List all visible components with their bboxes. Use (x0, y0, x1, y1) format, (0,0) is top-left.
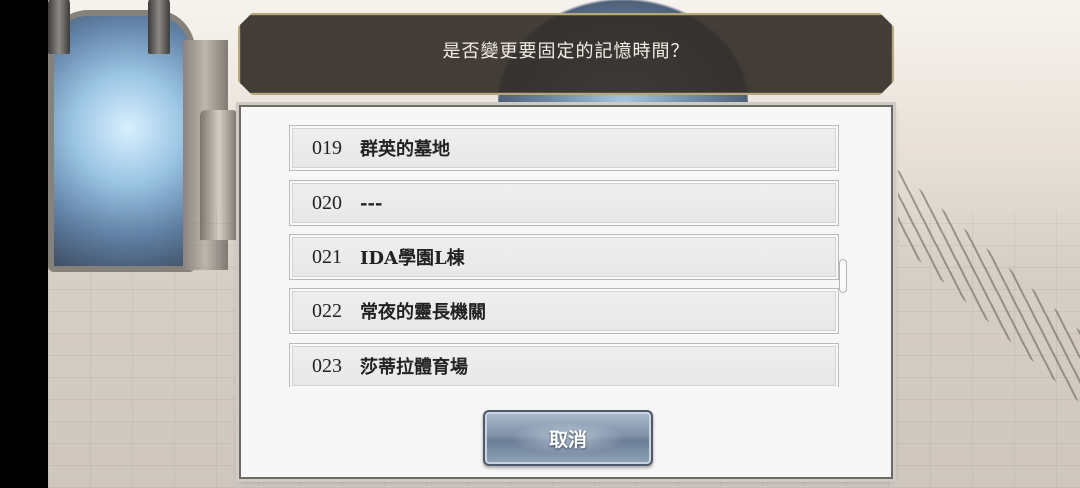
memory-list-item[interactable]: 021 IDA學園L棟 (289, 234, 839, 280)
prompt-banner: 是否變更要固定的記憶時間？ (238, 13, 894, 95)
memory-item-number: 020 (312, 191, 342, 214)
memory-item-name: --- (360, 192, 383, 214)
memory-list-item[interactable]: 022 常夜的靈長機關 (289, 288, 839, 334)
memory-item-name: 莎蒂拉體育場 (360, 357, 468, 378)
memory-list-item[interactable]: 023 莎蒂拉體育場 (289, 343, 839, 387)
memory-item-number: 019 (312, 136, 342, 159)
memory-list-item[interactable]: 019 群英的墓地 (289, 125, 839, 171)
background-spire-left (48, 0, 70, 54)
memory-item-name: 群英的墓地 (360, 139, 450, 160)
prompt-text: 是否變更要固定的記憶時間？ (442, 41, 690, 62)
memory-item-number: 022 (312, 299, 342, 322)
memory-item-number: 021 (312, 245, 342, 268)
background-fence (898, 170, 1080, 410)
memory-item-name: IDA學園L棟 (360, 248, 465, 269)
background-pillar (200, 110, 238, 240)
memory-list[interactable]: 019 群英的墓地 020 --- 021 IDA學園L棟 022 常夜的靈長機… (289, 125, 839, 387)
cancel-button[interactable]: 取消 (483, 410, 653, 466)
list-scrollbar[interactable] (839, 125, 847, 387)
memory-list-item[interactable]: 020 --- (289, 180, 839, 226)
background-spire-right (148, 0, 170, 54)
background-crystal-gate (48, 10, 195, 272)
memory-item-number: 023 (312, 354, 342, 377)
memory-select-dialog: 019 群英的墓地 020 --- 021 IDA學園L棟 022 常夜的靈長機… (239, 105, 893, 479)
cancel-button-label: 取消 (548, 428, 587, 451)
memory-item-name: 常夜的靈長機關 (360, 302, 486, 323)
scrollbar-thumb[interactable] (839, 259, 847, 293)
